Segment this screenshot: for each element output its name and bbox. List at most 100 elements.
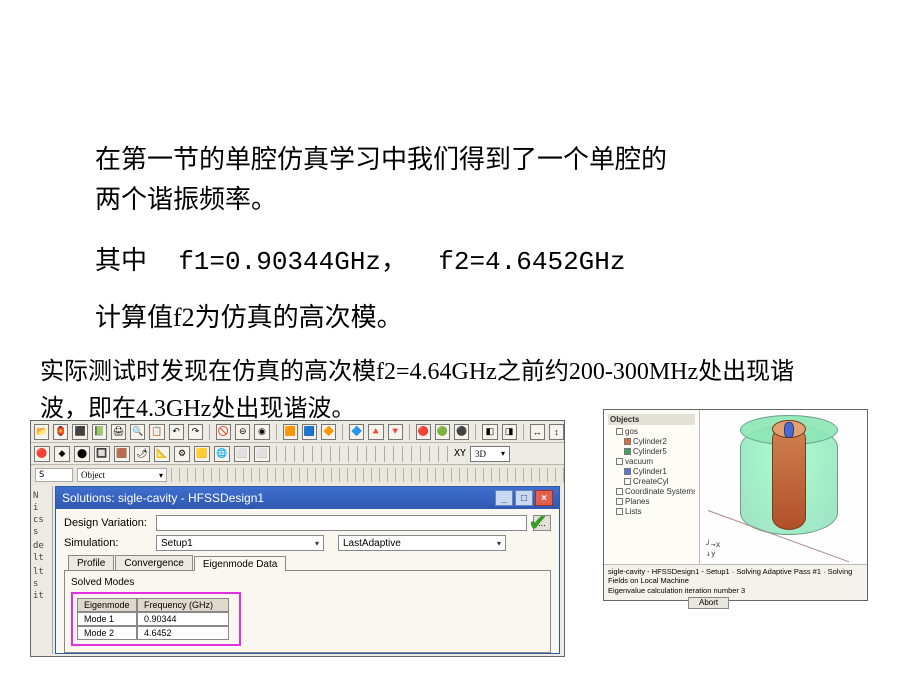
status-pane: sigle-cavity - HFSSDesign1 - Setup1 · So… — [604, 564, 867, 600]
toolbar-separator — [375, 446, 376, 462]
tree-node[interactable]: Coordinate Systems — [608, 487, 695, 497]
status-line-2: Eigenvalue calculation iteration number … — [608, 586, 863, 595]
close-button[interactable]: × — [535, 490, 553, 506]
tree-node[interactable]: Planes — [608, 497, 695, 507]
toolbar-button[interactable]: 🔺 — [368, 424, 383, 440]
tree-node[interactable]: vacuum — [608, 457, 695, 467]
tree-title: Objects — [608, 414, 695, 425]
cell-mode: Mode 1 — [77, 612, 137, 626]
toolbar-button[interactable]: ⊖ — [235, 424, 250, 440]
toolbar-button[interactable]: 🟫 — [114, 446, 130, 462]
tree-node-label: Cylinder2 — [633, 437, 667, 446]
design-variation-field[interactable] — [156, 515, 527, 531]
toolbar-button[interactable]: ⚫ — [454, 424, 469, 440]
tree-node[interactable]: Cylinder2 — [608, 437, 695, 447]
toolbar-button[interactable]: 📂 — [34, 424, 49, 440]
ruler-s-slot[interactable]: S — [35, 468, 73, 482]
toolbar-separator — [438, 446, 439, 462]
checkmark-icon[interactable]: ✔ — [525, 512, 551, 534]
toolbar-separator — [409, 424, 410, 440]
toolbar-button[interactable]: 🏮 — [53, 424, 68, 440]
toolbar-separator — [276, 424, 277, 440]
toolbar-button[interactable]: ◆ — [54, 446, 70, 462]
toolbar-button[interactable]: 🔍 — [130, 424, 145, 440]
toolbar-button[interactable]: 🟨 — [194, 446, 210, 462]
tab-profile[interactable]: Profile — [68, 555, 114, 570]
tree-node-label: Planes — [625, 497, 649, 506]
toolbar-separator — [357, 446, 358, 462]
toolbar-separator — [393, 446, 394, 462]
tree-node-color-swatch — [616, 498, 623, 505]
paragraph-f2-note: 计算值f2为仿真的高次模。 — [95, 298, 795, 338]
toolbar-button[interactable]: 🟧 — [283, 424, 298, 440]
setup-dropdown[interactable]: Setup1 ▾ — [156, 535, 324, 551]
solved-modes-label: Solved Modes — [71, 577, 544, 588]
tree-node[interactable]: Lists — [608, 507, 695, 517]
tab-eigenmode-data[interactable]: Eigenmode Data — [194, 556, 287, 571]
minimize-button[interactable]: _ — [495, 490, 513, 506]
tree-node-color-swatch — [616, 458, 623, 465]
toolbar-button[interactable]: 🔶 — [321, 424, 336, 440]
chevron-down-icon: ▾ — [315, 539, 319, 548]
toolbar-button[interactable]: 🔴 — [34, 446, 50, 462]
tree-node[interactable]: Cylinder5 — [608, 447, 695, 457]
adaptive-dropdown-value: LastAdaptive — [343, 538, 401, 549]
toolbar-button[interactable]: ⬤ — [74, 446, 90, 462]
view-3d-dropdown[interactable]: 3D▾ — [470, 446, 510, 462]
toolbar-button[interactable]: 📋 — [149, 424, 164, 440]
tree-node-label: gos — [625, 427, 638, 436]
toolbar-button[interactable]: ↶ — [169, 424, 184, 440]
toolbar-button[interactable]: 📗 — [92, 424, 107, 440]
toolbar-button[interactable]: ↕ — [549, 424, 564, 440]
tree-node-color-swatch — [616, 428, 623, 435]
tree-node-color-swatch — [624, 478, 631, 485]
toolbar-button[interactable]: 🟦 — [302, 424, 317, 440]
tab-convergence[interactable]: Convergence — [115, 555, 192, 570]
toolbar-button[interactable]: 🔲 — [94, 446, 110, 462]
eigenmode-table: Eigenmode Frequency (GHz) Mode 1 0.90344… — [71, 592, 241, 646]
viewport-3d[interactable]: ┘→x↓y — [700, 410, 867, 564]
eigenmode-tab-panel: Solved Modes Eigenmode Frequency (GHz) M… — [64, 570, 551, 653]
model-tree-pane[interactable]: Objects gosCylinder2Cylinder5vacuumCylin… — [604, 410, 700, 564]
toolbar-button[interactable]: 🚫 — [216, 424, 231, 440]
solutions-titlebar[interactable]: Solutions: sigle-cavity - HFSSDesign1 _ … — [56, 487, 559, 509]
toolbar-button[interactable]: 🔷 — [349, 424, 364, 440]
adaptive-dropdown[interactable]: LastAdaptive ▾ — [338, 535, 506, 551]
tree-node[interactable]: CreateCyl — [608, 477, 695, 487]
toolbar-button[interactable]: ⬛ — [72, 424, 87, 440]
toolbar-button[interactable]: 🔻 — [388, 424, 403, 440]
hfss-main-panel: 📂🏮⬛📗🖨🔍📋↶↷🚫⊖◉🟧🟦🔶🔷🔺🔻🔴🟢⚫◧◨↔↕ 🔴◆⬤🔲🟫🌶📐⚙🟨🌐⬜⬜XY… — [30, 420, 565, 657]
toolbar-button[interactable]: ◧ — [482, 424, 497, 440]
toolbar-button[interactable]: 🌐 — [214, 446, 230, 462]
toolbar-separator — [303, 446, 304, 462]
toolbar-button[interactable]: ↔ — [530, 424, 545, 440]
toolbar-separator — [366, 446, 367, 462]
toolbar-button[interactable]: ◉ — [254, 424, 269, 440]
toolbar-separator — [285, 446, 286, 462]
abort-button[interactable]: Abort — [688, 597, 729, 609]
toolbar-button[interactable]: ⬜ — [254, 446, 270, 462]
table-row[interactable]: Mode 1 0.90344 — [77, 612, 235, 626]
object-dropdown-label: Object — [81, 470, 105, 480]
toolbar-button[interactable]: ⬜ — [234, 446, 250, 462]
maximize-button[interactable]: □ — [515, 490, 533, 506]
toolbar-button[interactable]: 🖨 — [111, 424, 126, 440]
paragraph-frequencies: 其中 f1=0.90344GHz， f2=4.6452GHz — [95, 242, 795, 282]
tree-node-color-swatch — [616, 488, 623, 495]
toolbar-button[interactable]: 🔴 — [416, 424, 431, 440]
toolbar-button[interactable]: ⚙ — [174, 446, 190, 462]
design-variation-label: Design Variation: — [64, 517, 150, 529]
simulation-label: Simulation: — [64, 537, 150, 549]
toolbar-button[interactable]: ↷ — [188, 424, 203, 440]
table-row[interactable]: Mode 2 4.6452 — [77, 626, 235, 640]
toolbar-button[interactable]: 🟢 — [435, 424, 450, 440]
tree-node[interactable]: gos — [608, 427, 695, 437]
tree-node[interactable]: Cylinder1 — [608, 467, 695, 477]
toolbar-button[interactable]: 🌶 — [134, 446, 150, 462]
solutions-body: Design Variation: ... ✔ Simulation: Setu… — [56, 509, 559, 657]
object-dropdown[interactable]: Object ▾ — [77, 468, 167, 482]
toolbar-button[interactable]: 📐 — [154, 446, 170, 462]
toolbar-row-2: 🔴◆⬤🔲🟫🌶📐⚙🟨🌐⬜⬜XY3D▾ — [31, 443, 564, 465]
toolbar-separator — [294, 446, 295, 462]
toolbar-button[interactable]: ◨ — [502, 424, 517, 440]
